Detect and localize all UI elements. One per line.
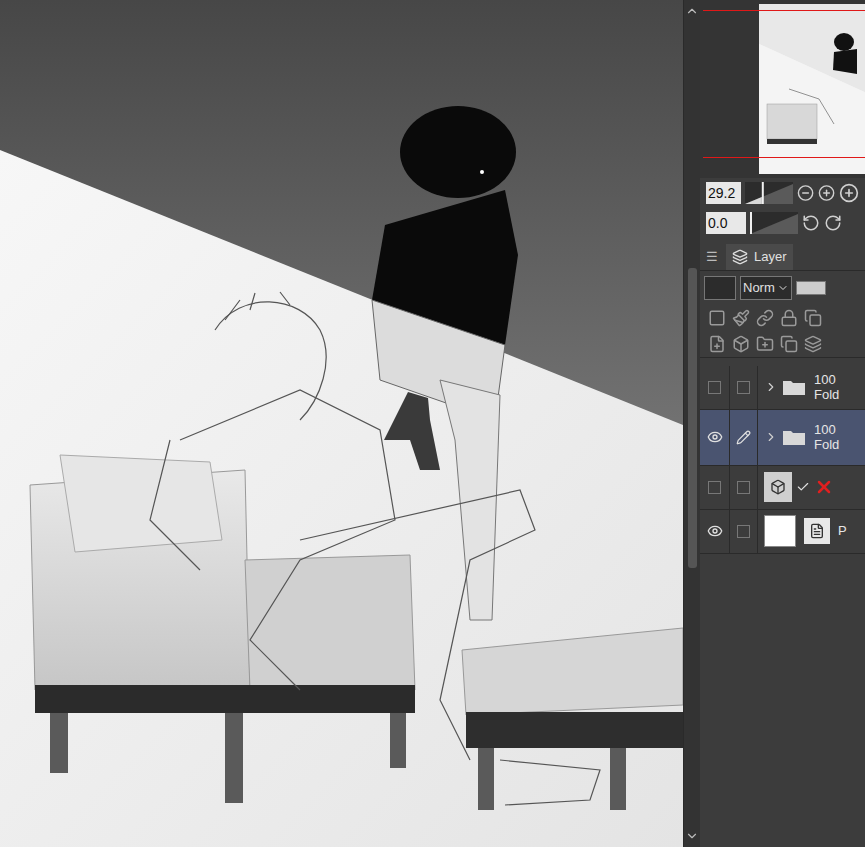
- opacity-swatch[interactable]: [796, 281, 826, 295]
- layers-icon: [732, 249, 748, 265]
- layer-tool-icon[interactable]: [780, 309, 798, 327]
- layer-list: 100Fold100FoldP: [700, 366, 865, 554]
- vertical-scrollbar[interactable]: [683, 0, 700, 847]
- rotation-slider[interactable]: [750, 212, 798, 234]
- layer-name: Fold: [814, 387, 839, 402]
- layer-tool-icon[interactable]: [732, 309, 750, 327]
- layer-thumbnail: [764, 515, 796, 547]
- layer-name: P: [834, 521, 847, 541]
- edit-toggle[interactable]: [730, 366, 758, 409]
- visibility-toggle[interactable]: [700, 510, 730, 553]
- visibility-toggle[interactable]: [700, 366, 730, 409]
- zoom-in-icon[interactable]: [818, 183, 835, 203]
- zoom-slider[interactable]: [745, 182, 793, 204]
- layer-action-icon[interactable]: [804, 335, 822, 353]
- navigator-preview[interactable]: [759, 4, 865, 174]
- eye-icon: [707, 429, 723, 445]
- eye-icon: [707, 523, 723, 539]
- edit-toggle[interactable]: [730, 410, 758, 465]
- layer-action-icon[interactable]: [780, 335, 798, 353]
- color-box[interactable]: [704, 276, 736, 300]
- zoom-out-icon[interactable]: [797, 183, 814, 203]
- layer-row[interactable]: P: [700, 510, 865, 554]
- layer-row[interactable]: [700, 466, 865, 510]
- view-frame-top: [703, 10, 865, 11]
- visibility-toggle[interactable]: [700, 466, 730, 509]
- layer-row[interactable]: 100Fold: [700, 366, 865, 410]
- view-frame-bottom: [703, 157, 865, 158]
- fit-icon[interactable]: [839, 183, 859, 203]
- layer-row[interactable]: 100Fold: [700, 410, 865, 466]
- check-icon: [796, 480, 810, 494]
- layer-tab[interactable]: Layer: [726, 244, 793, 270]
- edit-toggle[interactable]: [730, 510, 758, 553]
- expand-icon[interactable]: [764, 430, 778, 444]
- canvas-area[interactable]: [0, 0, 683, 847]
- side-panel: 29.20.0☰LayerNorm100Fold100FoldP: [700, 0, 865, 847]
- layer-name: Fold: [814, 437, 839, 452]
- folder-icon: [782, 377, 806, 397]
- rotate-right-icon[interactable]: [824, 214, 842, 232]
- layer-opacity: 100: [814, 422, 839, 437]
- layer-opacity: 100: [814, 372, 839, 387]
- dropdown-icon: [777, 282, 789, 294]
- rotation-field[interactable]: 0.0: [706, 212, 746, 234]
- layer-thumbnail: [764, 472, 792, 502]
- hidden-box: [708, 381, 721, 394]
- edit-box: [737, 525, 750, 538]
- layer-action-icon[interactable]: [732, 335, 750, 353]
- edit-box: [737, 481, 750, 494]
- layer-action-icon[interactable]: [708, 335, 726, 353]
- mask-off-icon: [814, 477, 834, 497]
- palette-menu[interactable]: ☰: [706, 247, 718, 267]
- scroll-thumb[interactable]: [688, 268, 697, 568]
- hidden-box: [708, 481, 721, 494]
- layer-tool-icon[interactable]: [804, 309, 822, 327]
- paper-icon: [809, 523, 825, 539]
- edit-toggle[interactable]: [730, 466, 758, 509]
- scroll-up-icon[interactable]: [685, 4, 699, 18]
- folder-icon: [782, 427, 806, 447]
- layer-tool-icon[interactable]: [708, 309, 726, 327]
- scroll-down-icon[interactable]: [685, 829, 699, 843]
- expand-icon[interactable]: [764, 380, 778, 394]
- artwork-canvas[interactable]: [0, 0, 683, 847]
- edit-box: [737, 381, 750, 394]
- zoom-field[interactable]: 29.2: [706, 182, 741, 204]
- 3d-icon: [770, 479, 786, 495]
- navigator: [700, 0, 865, 178]
- layer-tool-icon[interactable]: [756, 309, 774, 327]
- visibility-toggle[interactable]: [700, 410, 730, 465]
- blend-mode-dropdown[interactable]: Norm: [740, 276, 792, 300]
- pencil-icon: [736, 430, 751, 445]
- layer-action-icon[interactable]: [756, 335, 774, 353]
- rotate-left-icon[interactable]: [802, 214, 820, 232]
